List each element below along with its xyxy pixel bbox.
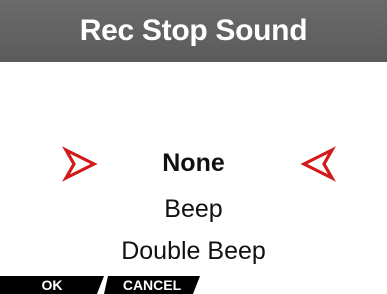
softkey-bar: OK CANCEL <box>0 276 387 294</box>
cancel-button[interactable]: CANCEL <box>104 276 200 294</box>
option-list[interactable]: None Beep Double Beep <box>0 62 387 276</box>
rec-stop-sound-screen: Rec Stop Sound None Beep Double Beep OK … <box>0 0 387 294</box>
header-bar: Rec Stop Sound <box>0 0 387 62</box>
selection-right-arrow-icon <box>300 146 336 182</box>
option-double-beep[interactable]: Double Beep <box>0 236 387 266</box>
page-title: Rec Stop Sound <box>79 14 308 47</box>
ok-button[interactable]: OK <box>0 276 104 294</box>
option-beep[interactable]: Beep <box>0 194 387 224</box>
